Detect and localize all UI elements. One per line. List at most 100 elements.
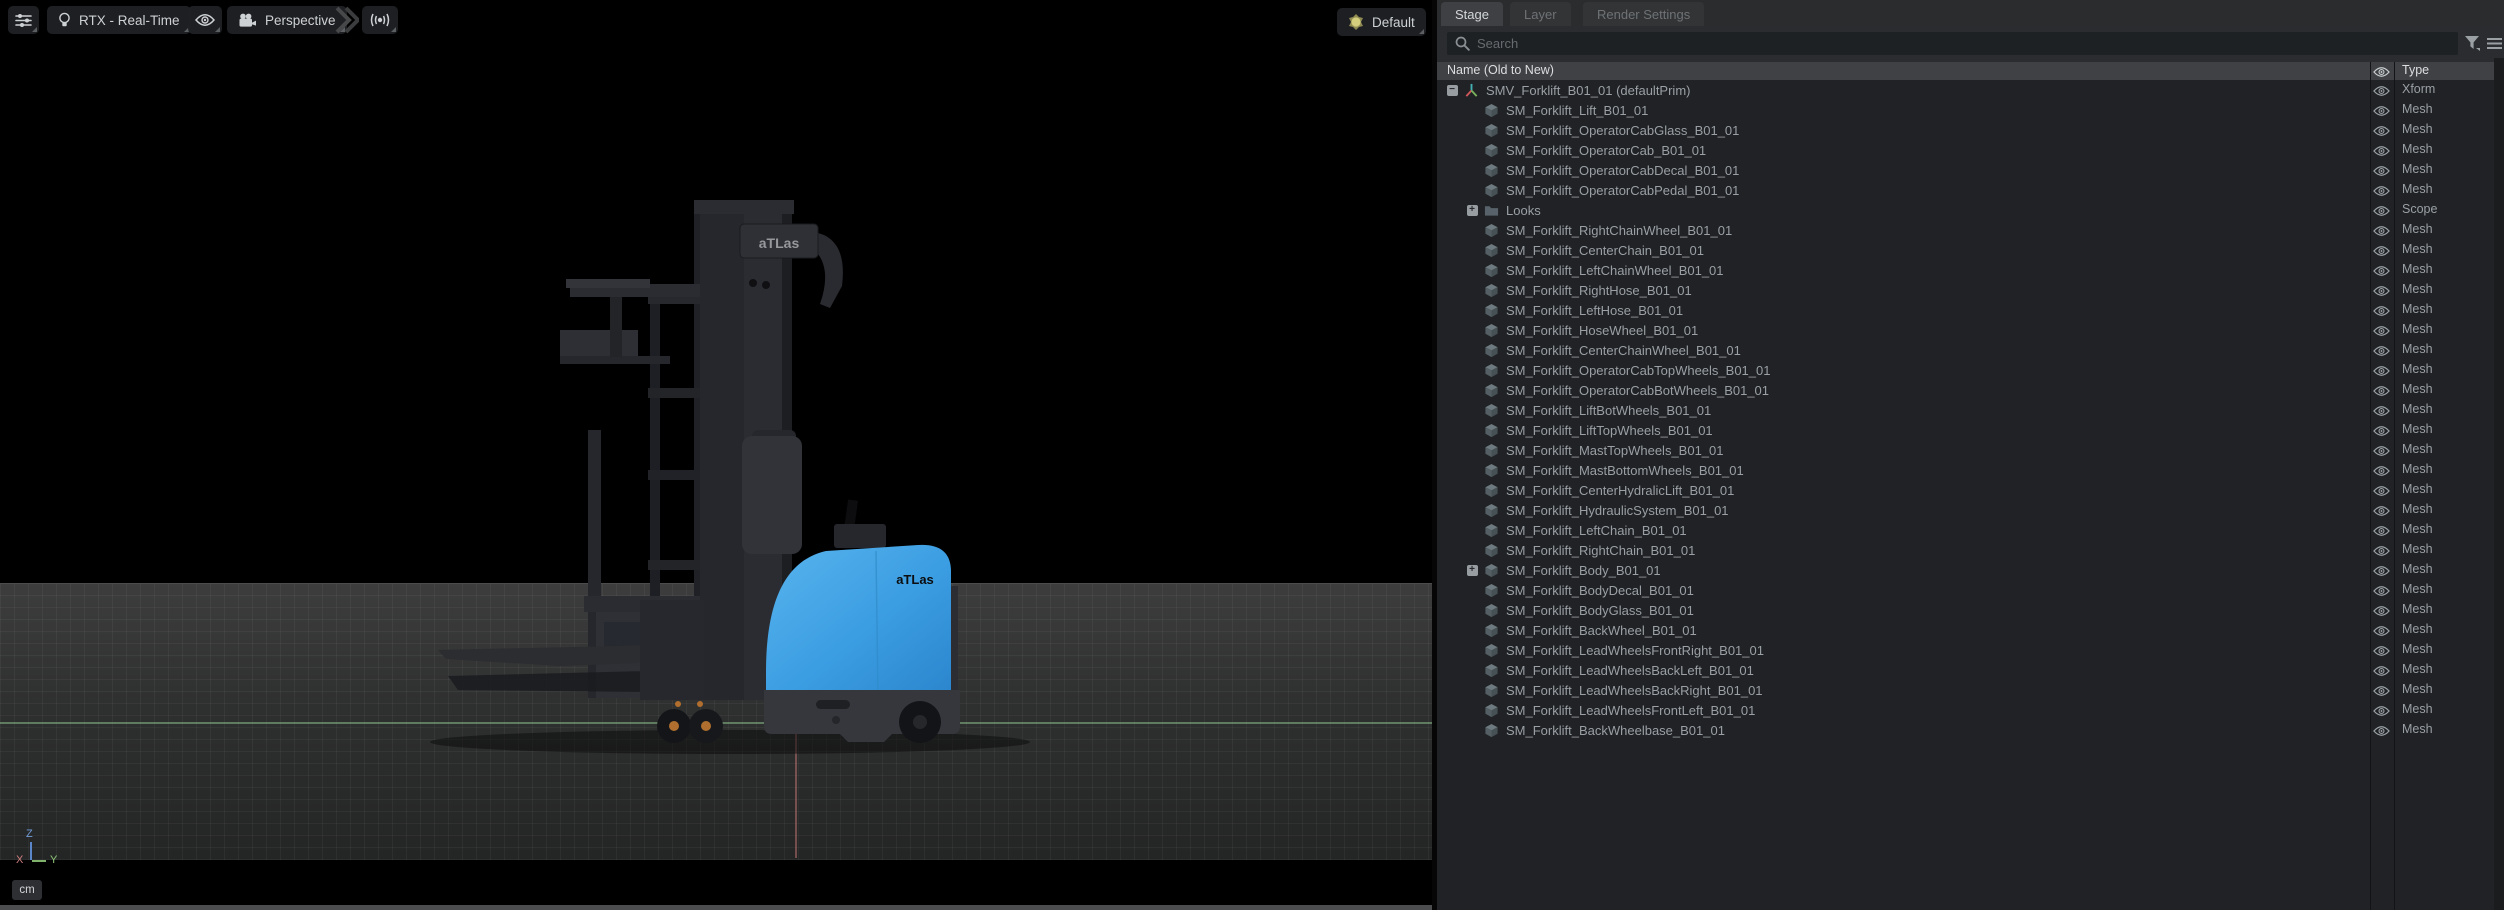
- lighting-preset-button[interactable]: Default: [1337, 8, 1426, 36]
- visibility-eye-icon[interactable]: [2373, 505, 2390, 517]
- visibility-eye-icon[interactable]: [2373, 385, 2390, 397]
- tree-item-name-cell[interactable]: SM_Forklift_LeftHose_B01_01: [1437, 300, 1683, 320]
- tree-row[interactable]: SM_Forklift_RightHose_B01_01Mesh: [1437, 280, 2494, 300]
- tree-item-name-cell[interactable]: SM_Forklift_BodyGlass_B01_01: [1437, 600, 1694, 620]
- tab-layer[interactable]: Layer: [1510, 2, 1571, 26]
- tree-item-name-cell[interactable]: + SM_Forklift_Body_B01_01: [1437, 560, 1661, 580]
- tab-render-settings[interactable]: Render Settings: [1583, 2, 1704, 26]
- tree-item-label[interactable]: SM_Forklift_RightHose_B01_01: [1506, 283, 1692, 298]
- tree-item-name-cell[interactable]: SM_Forklift_OperatorCabGlass_B01_01: [1437, 120, 1739, 140]
- visibility-eye-icon[interactable]: [2373, 425, 2390, 437]
- tree-item-label[interactable]: SM_Forklift_LeadWheelsBackRight_B01_01: [1506, 683, 1763, 698]
- tree-item-name-cell[interactable]: SM_Forklift_CenterChainWheel_B01_01: [1437, 340, 1741, 360]
- visibility-menu-button[interactable]: [188, 6, 222, 34]
- visibility-eye-icon[interactable]: [2373, 145, 2390, 157]
- tree-item-name-cell[interactable]: SM_Forklift_OperatorCabDecal_B01_01: [1437, 160, 1739, 180]
- tree-item-label[interactable]: SM_Forklift_OperatorCabDecal_B01_01: [1506, 163, 1739, 178]
- tree-row[interactable]: SM_Forklift_RightChainWheel_B01_01Mesh: [1437, 220, 2494, 240]
- visibility-eye-icon[interactable]: [2373, 525, 2390, 537]
- tree-item-label[interactable]: SM_Forklift_LeadWheelsFrontRight_B01_01: [1506, 643, 1764, 658]
- tree-row[interactable]: SM_Forklift_RightChain_B01_01Mesh: [1437, 540, 2494, 560]
- tab-stage[interactable]: Stage: [1441, 2, 1503, 26]
- filter-icon[interactable]: [2464, 35, 2481, 52]
- tree-item-label[interactable]: SM_Forklift_LiftBotWheels_B01_01: [1506, 403, 1711, 418]
- visibility-cell[interactable]: [2373, 724, 2390, 742]
- tree-row[interactable]: SM_Forklift_LeftChain_B01_01Mesh: [1437, 520, 2494, 540]
- visibility-eye-icon[interactable]: [2373, 445, 2390, 457]
- tree-item-label[interactable]: SM_Forklift_RightChain_B01_01: [1506, 543, 1695, 558]
- tree-item-label[interactable]: SM_Forklift_OperatorCabBotWheels_B01_01: [1506, 383, 1769, 398]
- viewport-3d[interactable]: aTLas aTLas: [0, 0, 1432, 910]
- visibility-eye-icon[interactable]: [2373, 265, 2390, 277]
- tree-header[interactable]: Name (Old to New) Type: [1437, 62, 2494, 80]
- tree-item-name-cell[interactable]: SM_Forklift_LeadWheelsBackRight_B01_01: [1437, 680, 1763, 700]
- tree-row[interactable]: SM_Forklift_LeftChainWheel_B01_01Mesh: [1437, 260, 2494, 280]
- tree-item-label[interactable]: SM_Forklift_MastBottomWheels_B01_01: [1506, 463, 1744, 478]
- tree-item-label[interactable]: SM_Forklift_BodyGlass_B01_01: [1506, 603, 1694, 618]
- visibility-eye-icon[interactable]: [2373, 645, 2390, 657]
- tree-item-name-cell[interactable]: SM_Forklift_RightHose_B01_01: [1437, 280, 1692, 300]
- tree-row[interactable]: SM_Forklift_HydraulicSystem_B01_01Mesh: [1437, 500, 2494, 520]
- tree-item-name-cell[interactable]: SM_Forklift_OperatorCab_B01_01: [1437, 140, 1706, 160]
- tree-row[interactable]: SM_Forklift_LiftTopWheels_B01_01Mesh: [1437, 420, 2494, 440]
- visibility-eye-icon[interactable]: [2373, 105, 2390, 117]
- visibility-eye-icon[interactable]: [2373, 605, 2390, 617]
- tree-item-name-cell[interactable]: SM_Forklift_OperatorCabPedal_B01_01: [1437, 180, 1739, 200]
- visibility-eye-icon[interactable]: [2373, 225, 2390, 237]
- type-column-header[interactable]: Type: [2402, 63, 2429, 77]
- tree-row[interactable]: −SMV_Forklift_B01_01 (defaultPrim)Xform: [1437, 80, 2494, 100]
- search-input[interactable]: [1447, 32, 2458, 55]
- visibility-eye-icon[interactable]: [2373, 725, 2390, 737]
- visibility-column-header-icon[interactable]: [2373, 66, 2390, 78]
- tree-row[interactable]: SM_Forklift_LeadWheelsFrontRight_B01_01M…: [1437, 640, 2494, 660]
- tree-item-name-cell[interactable]: SM_Forklift_MastBottomWheels_B01_01: [1437, 460, 1744, 480]
- expand-toggle[interactable]: +: [1467, 565, 1478, 576]
- tree-row[interactable]: SM_Forklift_CenterHydralicLift_B01_01Mes…: [1437, 480, 2494, 500]
- tree-item-label[interactable]: SM_Forklift_Body_B01_01: [1506, 563, 1661, 578]
- tree-row[interactable]: SM_Forklift_MastTopWheels_B01_01Mesh: [1437, 440, 2494, 460]
- tree-item-name-cell[interactable]: SM_Forklift_BackWheelbase_B01_01: [1437, 720, 1725, 740]
- visibility-eye-icon[interactable]: [2373, 165, 2390, 177]
- tree-item-label[interactable]: SM_Forklift_CenterHydralicLift_B01_01: [1506, 483, 1734, 498]
- visibility-eye-icon[interactable]: [2373, 545, 2390, 557]
- tree-item-name-cell[interactable]: SM_Forklift_OperatorCabBotWheels_B01_01: [1437, 380, 1769, 400]
- tree-item-label[interactable]: SM_Forklift_LeftChainWheel_B01_01: [1506, 263, 1724, 278]
- collapse-toggle[interactable]: −: [1447, 85, 1458, 96]
- visibility-eye-icon[interactable]: [2373, 285, 2390, 297]
- visibility-eye-icon[interactable]: [2373, 85, 2390, 97]
- tree-item-name-cell[interactable]: +Looks: [1437, 200, 1541, 220]
- tree-item-label[interactable]: SM_Forklift_LiftTopWheels_B01_01: [1506, 423, 1713, 438]
- visibility-eye-icon[interactable]: [2373, 585, 2390, 597]
- tree-item-name-cell[interactable]: SM_Forklift_LeadWheelsFrontRight_B01_01: [1437, 640, 1764, 660]
- tree-row[interactable]: SM_Forklift_OperatorCabGlass_B01_01Mesh: [1437, 120, 2494, 140]
- visibility-eye-icon[interactable]: [2373, 665, 2390, 677]
- tree-item-name-cell[interactable]: SM_Forklift_LeftChainWheel_B01_01: [1437, 260, 1724, 280]
- options-menu-icon[interactable]: [2487, 37, 2502, 50]
- tree-row[interactable]: SM_Forklift_OperatorCabPedal_B01_01Mesh: [1437, 180, 2494, 200]
- tree-row[interactable]: SM_Forklift_OperatorCabDecal_B01_01Mesh: [1437, 160, 2494, 180]
- tree-item-label[interactable]: SM_Forklift_LeftChain_B01_01: [1506, 523, 1687, 538]
- tree-item-name-cell[interactable]: SM_Forklift_RightChain_B01_01: [1437, 540, 1695, 560]
- tree-row[interactable]: SM_Forklift_LeadWheelsBackRight_B01_01Me…: [1437, 680, 2494, 700]
- tree-item-label[interactable]: Looks: [1506, 203, 1541, 218]
- tree-row[interactable]: SM_Forklift_MastBottomWheels_B01_01Mesh: [1437, 460, 2494, 480]
- tree-row[interactable]: SM_Forklift_BodyDecal_B01_01Mesh: [1437, 580, 2494, 600]
- tree-item-name-cell[interactable]: SM_Forklift_HoseWheel_B01_01: [1437, 320, 1698, 340]
- visibility-eye-icon[interactable]: [2373, 565, 2390, 577]
- visibility-eye-icon[interactable]: [2373, 465, 2390, 477]
- visibility-eye-icon[interactable]: [2373, 685, 2390, 697]
- tree-row[interactable]: SM_Forklift_OperatorCabBotWheels_B01_01M…: [1437, 380, 2494, 400]
- tree-item-name-cell[interactable]: SM_Forklift_HydraulicSystem_B01_01: [1437, 500, 1729, 520]
- visibility-eye-icon[interactable]: [2373, 485, 2390, 497]
- forklift-model[interactable]: aTLas aTLas: [420, 120, 1060, 770]
- tree-row[interactable]: SM_Forklift_OperatorCabTopWheels_B01_01M…: [1437, 360, 2494, 380]
- tree-item-name-cell[interactable]: SM_Forklift_LeftChain_B01_01: [1437, 520, 1687, 540]
- visibility-eye-icon[interactable]: [2373, 305, 2390, 317]
- visibility-eye-icon[interactable]: [2373, 325, 2390, 337]
- tree-row[interactable]: +SM_Forklift_Body_B01_01Mesh: [1437, 560, 2494, 580]
- tree-row[interactable]: SM_Forklift_LeadWheelsBackLeft_B01_01Mes…: [1437, 660, 2494, 680]
- tree-item-label[interactable]: SM_Forklift_CenterChain_B01_01: [1506, 243, 1704, 258]
- visibility-eye-icon[interactable]: [2373, 185, 2390, 197]
- tree-item-label[interactable]: SM_Forklift_Lift_B01_01: [1506, 103, 1648, 118]
- visibility-eye-icon[interactable]: [2373, 365, 2390, 377]
